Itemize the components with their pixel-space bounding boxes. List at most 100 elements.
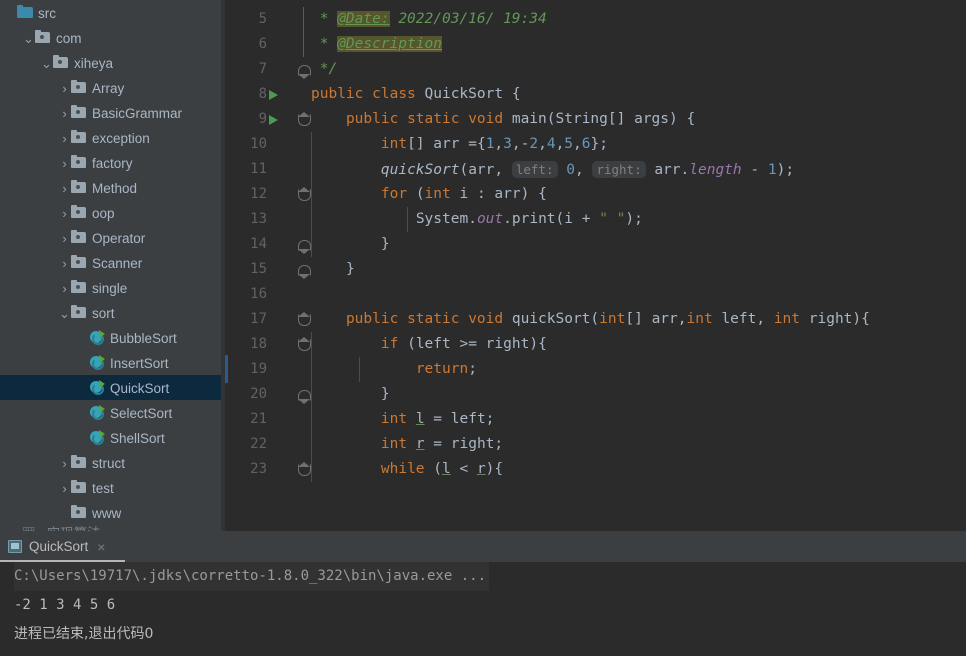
- java-class-icon: [89, 404, 105, 420]
- tree-item-factory[interactable]: › factory: [0, 150, 221, 175]
- code-fold-top-icon[interactable]: [297, 312, 311, 327]
- tree-item-sort[interactable]: ⌄ sort: [0, 300, 221, 325]
- code-text: int[] arr ={1,3,-2,4,5,6};: [380, 136, 608, 152]
- package-folder-icon: [71, 504, 87, 520]
- code-line-21[interactable]: 21 int l = left;: [225, 407, 966, 432]
- chevron-right-icon[interactable]: ›: [58, 201, 71, 226]
- tree-item-oop[interactable]: › oop: [0, 200, 221, 225]
- code-text: int l = left;: [380, 411, 495, 427]
- tree-item-label: BubbleSort: [110, 330, 177, 346]
- code-fold-end-icon[interactable]: [297, 262, 311, 279]
- code-line-11[interactable]: 11 quickSort(arr, left: 0, right: arr.le…: [225, 157, 966, 182]
- code-fold-top-icon[interactable]: [297, 112, 311, 127]
- fold-guide-line: [303, 32, 304, 57]
- tree-item-src[interactable]: src: [0, 0, 221, 25]
- chevron-right-icon[interactable]: ›: [58, 126, 71, 151]
- code-text: }: [380, 386, 390, 402]
- tree-item-label: Array: [92, 80, 125, 96]
- tree-item-quicksort[interactable]: QuickSort: [0, 375, 221, 400]
- tree-item-label: oop: [92, 205, 115, 221]
- tree-item-shellsort[interactable]: ShellSort: [0, 425, 221, 450]
- chevron-down-icon[interactable]: ⌄: [58, 301, 71, 326]
- tree-item-com[interactable]: ⌄ com: [0, 25, 221, 50]
- line-number: 7: [258, 61, 267, 77]
- tree-item-method[interactable]: › Method: [0, 175, 221, 200]
- console-program-output: -2 1 3 4 5 6: [14, 597, 116, 613]
- code-fold-end-icon[interactable]: [297, 237, 311, 254]
- chevron-right-icon[interactable]: ›: [58, 251, 71, 276]
- run-tab-quicksort[interactable]: QuickSort ×: [0, 531, 115, 562]
- tree-item-insertsort[interactable]: InsertSort: [0, 350, 221, 375]
- code-line-15[interactable]: 15 }: [225, 257, 966, 282]
- code-line-14[interactable]: 14 }: [225, 232, 966, 257]
- chevron-right-icon[interactable]: ›: [58, 176, 71, 201]
- chevron-right-icon[interactable]: ›: [58, 451, 71, 476]
- code-text: int r = right;: [380, 436, 504, 452]
- tree-item-scanner[interactable]: › Scanner: [0, 250, 221, 275]
- line-number: 20: [250, 386, 267, 402]
- chevron-down-icon[interactable]: ⌄: [22, 26, 35, 51]
- tree-item-test[interactable]: › test: [0, 475, 221, 500]
- package-folder-icon: [71, 304, 87, 320]
- gutter-run-icon[interactable]: [269, 115, 278, 125]
- tree-item-array[interactable]: › Array: [0, 75, 221, 100]
- run-tool-window: QuickSort × C:\Users\19717\.jdks\corrett…: [0, 531, 966, 656]
- chevron-right-icon[interactable]: ›: [58, 226, 71, 251]
- code-line-10[interactable]: 10 int[] arr ={1,3,-2,4,5,6};: [225, 132, 966, 157]
- code-line-12[interactable]: 12 for (int i : arr) {: [225, 182, 966, 207]
- code-fold-end-icon[interactable]: [297, 62, 311, 79]
- console-output[interactable]: C:\Users\19717\.jdks\corretto-1.8.0_322\…: [0, 562, 966, 656]
- project-tree-panel[interactable]: src ⌄ com ⌄ xiheya › Array › BasicGrammar › except…: [0, 0, 221, 531]
- code-line-23[interactable]: 23 while (l < r){: [225, 457, 966, 482]
- code-text: public static void main(String[] args) {: [345, 111, 696, 127]
- tree-item-bubblesort[interactable]: BubbleSort: [0, 325, 221, 350]
- code-fold-top-icon[interactable]: [297, 462, 311, 477]
- chevron-right-icon[interactable]: ›: [58, 151, 71, 176]
- line-number: 10: [250, 136, 267, 152]
- tree-item-label: src: [38, 5, 56, 21]
- chevron-right-icon[interactable]: ›: [58, 101, 71, 126]
- tree-item-struct[interactable]: › struct: [0, 450, 221, 475]
- chevron-down-icon[interactable]: ⌄: [40, 51, 53, 76]
- gutter-run-icon[interactable]: [269, 90, 278, 100]
- code-fold-top-icon[interactable]: [297, 337, 311, 352]
- tree-item-label: struct: [92, 455, 126, 471]
- line-number: 18: [250, 336, 267, 352]
- code-text: */: [311, 61, 338, 77]
- package-folder-icon: [71, 279, 87, 295]
- chevron-right-icon[interactable]: ›: [58, 76, 71, 101]
- code-line-8[interactable]: 8 public class QuickSort {: [225, 82, 966, 107]
- project-tree-clipped-row: ▦ 实现算法: [0, 521, 221, 531]
- code-line-13[interactable]: 13 System.out.print(i + " ");: [225, 207, 966, 232]
- tree-item-exception[interactable]: › exception: [0, 125, 221, 150]
- package-folder-icon: [71, 454, 87, 470]
- code-fold-top-icon[interactable]: [297, 187, 311, 202]
- code-line-9[interactable]: 9 public static void main(String[] args)…: [225, 107, 966, 132]
- code-line-19[interactable]: 19 return;: [225, 357, 966, 382]
- chevron-right-icon[interactable]: ›: [58, 476, 71, 501]
- code-line-18[interactable]: 18 if (left >= right){: [225, 332, 966, 357]
- code-line-5[interactable]: 5 * @Date: 2022/03/16/ 19:34: [225, 7, 966, 32]
- chevron-right-icon[interactable]: ›: [58, 276, 71, 301]
- code-line-20[interactable]: 20 }: [225, 382, 966, 407]
- tree-item-operator[interactable]: › Operator: [0, 225, 221, 250]
- code-line-17[interactable]: 17 public static void quickSort(int[] ar…: [225, 307, 966, 332]
- tree-item-basicgrammar[interactable]: › BasicGrammar: [0, 100, 221, 125]
- code-line-16[interactable]: 16: [225, 282, 966, 307]
- code-editor[interactable]: * @Author: xiheya 5 * @Date: 2022/03/16/…: [225, 0, 966, 531]
- clipped-javadoc-line: * @Author: xiheya: [225, 0, 966, 7]
- code-line-22[interactable]: 22 int r = right;: [225, 432, 966, 457]
- code-text: for (int i : arr) {: [380, 186, 547, 202]
- code-line-6[interactable]: 6 * @Description: [225, 32, 966, 57]
- code-fold-end-icon[interactable]: [297, 387, 311, 404]
- tree-item-label: test: [92, 480, 114, 496]
- tree-item-single[interactable]: › single: [0, 275, 221, 300]
- package-folder-icon: [53, 54, 69, 70]
- tree-item-selectsort[interactable]: SelectSort: [0, 400, 221, 425]
- code-line-7[interactable]: 7 */: [225, 57, 966, 82]
- package-folder-icon: [71, 479, 87, 495]
- tree-item-xiheya[interactable]: ⌄ xiheya: [0, 50, 221, 75]
- close-icon[interactable]: ×: [97, 540, 105, 554]
- package-folder-icon: [71, 79, 87, 95]
